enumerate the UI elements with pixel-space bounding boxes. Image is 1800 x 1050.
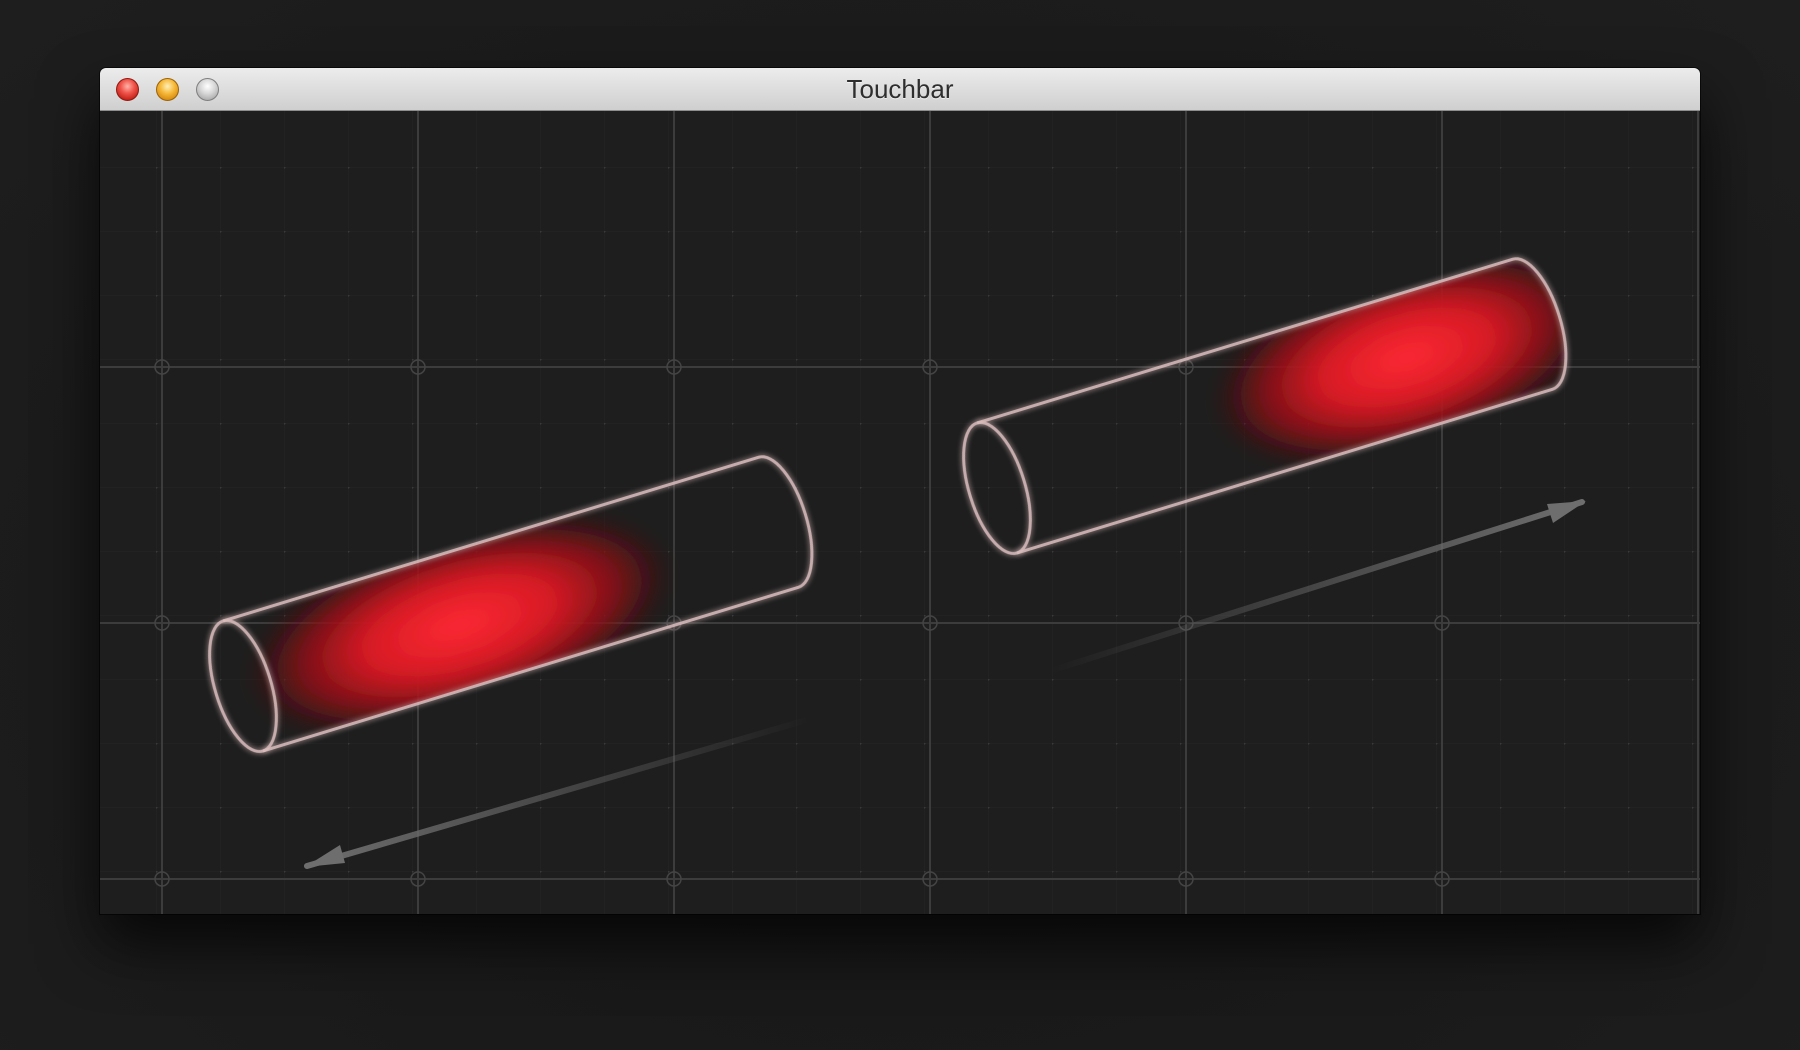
- title-bar[interactable]: Touchbar: [100, 68, 1700, 111]
- touch-visualization: [100, 111, 1700, 914]
- minor-grid: [100, 111, 1700, 914]
- app-window: Touchbar: [100, 68, 1700, 914]
- window-title: Touchbar: [846, 74, 954, 104]
- desktop-background: Touchbar: [0, 0, 1800, 1050]
- touch-canvas[interactable]: [100, 111, 1700, 914]
